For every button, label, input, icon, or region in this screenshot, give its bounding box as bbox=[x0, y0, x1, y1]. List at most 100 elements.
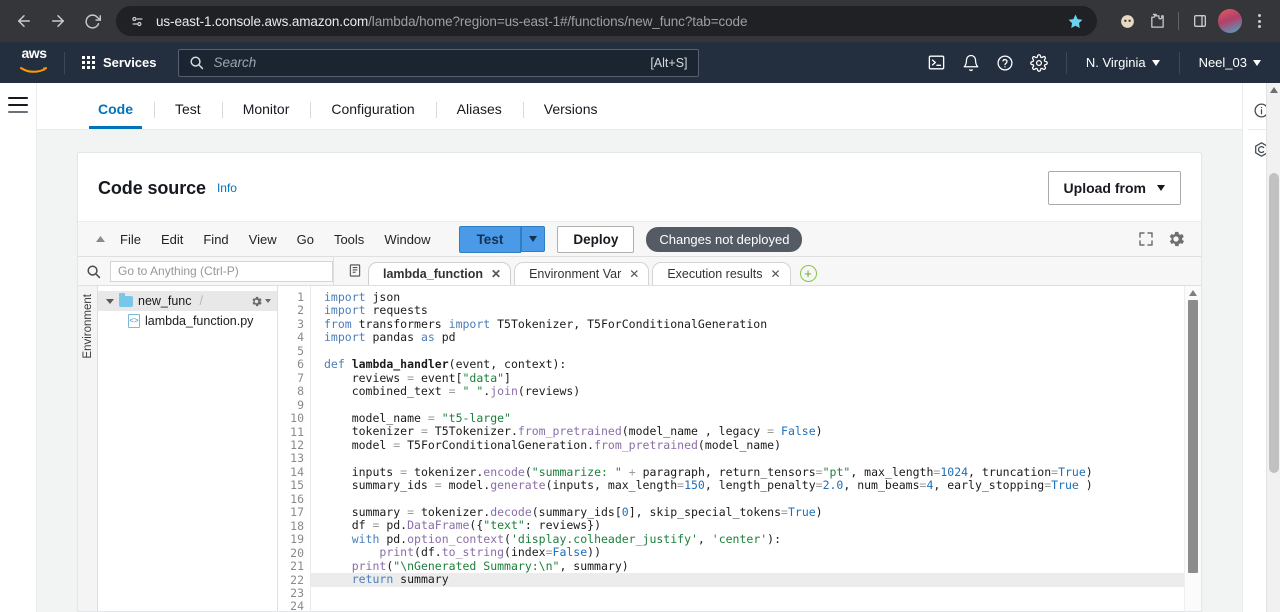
code-line[interactable]: def lambda_handler(event, context): bbox=[324, 357, 1201, 371]
editor-vertical-scrollbar[interactable] bbox=[1184, 286, 1201, 611]
search-icon[interactable] bbox=[86, 264, 101, 279]
tree-file-lambda-function-py[interactable]: <> lambda_function.py bbox=[98, 311, 277, 331]
search-input[interactable] bbox=[213, 55, 651, 70]
page-scrollbar-thumb[interactable] bbox=[1269, 173, 1279, 473]
content-scroll-area: Code source Info Upload from File Edit F… bbox=[37, 130, 1242, 612]
code-line[interactable]: reviews = event["data"] bbox=[324, 371, 1201, 385]
collapse-menu-icon[interactable] bbox=[90, 235, 110, 243]
code-line[interactable]: from transformers import T5Tokenizer, T5… bbox=[324, 317, 1201, 331]
line-number: 24 bbox=[290, 599, 304, 611]
forward-icon[interactable] bbox=[42, 5, 74, 37]
menu-tools[interactable]: Tools bbox=[324, 228, 374, 251]
fullscreen-icon[interactable] bbox=[1131, 224, 1161, 254]
tab-list-icon[interactable] bbox=[342, 257, 368, 285]
services-menu-button[interactable]: Services bbox=[75, 50, 164, 75]
menu-find[interactable]: Find bbox=[193, 228, 238, 251]
code-line[interactable]: summary = tokenizer.decode(summary_ids[0… bbox=[324, 505, 1201, 519]
deploy-button[interactable]: Deploy bbox=[557, 225, 635, 253]
tree-gear-icon[interactable] bbox=[250, 295, 271, 308]
code-line[interactable]: with pd.option_context('display.colheade… bbox=[324, 532, 1201, 546]
editor-tab-lambda-function[interactable]: lambda_function ✕ bbox=[368, 262, 512, 285]
chevron-down-icon[interactable] bbox=[106, 298, 114, 304]
profile-extension-icon[interactable] bbox=[1113, 7, 1141, 35]
tab-configuration[interactable]: Configuration bbox=[310, 101, 435, 129]
bookmark-star-icon[interactable] bbox=[1063, 9, 1087, 33]
address-bar[interactable]: us-east-1.console.aws.amazon.com/lambda/… bbox=[116, 6, 1097, 36]
code-line[interactable]: return summary bbox=[311, 572, 1201, 587]
profile-avatar[interactable] bbox=[1216, 7, 1244, 35]
line-number: 3 bbox=[297, 316, 304, 331]
settings-gear-icon[interactable] bbox=[1022, 48, 1056, 78]
menu-edit[interactable]: Edit bbox=[151, 228, 193, 251]
site-settings-icon[interactable] bbox=[128, 12, 146, 30]
page-scrollbar[interactable] bbox=[1266, 83, 1280, 612]
code-line[interactable]: import requests bbox=[324, 303, 1201, 317]
code-line[interactable]: model = T5ForConditionalGeneration.from_… bbox=[324, 438, 1201, 452]
cloudshell-icon[interactable] bbox=[920, 48, 954, 78]
reload-icon[interactable] bbox=[76, 5, 108, 37]
line-number: 23 bbox=[290, 585, 304, 600]
close-icon[interactable]: ✕ bbox=[771, 267, 781, 281]
notifications-bell-icon[interactable] bbox=[954, 48, 988, 78]
tab-test[interactable]: Test bbox=[154, 101, 222, 129]
code-line[interactable] bbox=[324, 587, 1201, 600]
close-icon[interactable]: ✕ bbox=[491, 267, 501, 281]
code-line[interactable]: import pandas as pd bbox=[324, 330, 1201, 344]
aws-smile-icon bbox=[20, 60, 48, 78]
code-line[interactable]: print("\nGenerated Summary:\n", summary) bbox=[324, 559, 1201, 573]
tab-code[interactable]: Code bbox=[77, 101, 154, 129]
url-text: us-east-1.console.aws.amazon.com/lambda/… bbox=[156, 14, 1057, 29]
code-editor[interactable]: 1 2 3 4 5 6 7 8 9 10 11 12 13 14 15 16 17 18 19 20 21 22 23 24 … bbox=[278, 286, 1201, 611]
line-number: 15 bbox=[290, 478, 304, 493]
tab-versions[interactable]: Versions bbox=[522, 101, 619, 129]
code-line[interactable]: print(df.to_string(index=False)) bbox=[324, 545, 1201, 559]
code-line[interactable] bbox=[324, 399, 1201, 412]
ide-settings-gear-icon[interactable] bbox=[1161, 224, 1191, 254]
menu-window[interactable]: Window bbox=[374, 228, 440, 251]
code-line[interactable]: summary_ids = model.generate(inputs, max… bbox=[324, 478, 1201, 492]
page-scroll-up-icon[interactable] bbox=[1267, 83, 1280, 97]
account-menu[interactable]: Neel_03 bbox=[1190, 49, 1270, 76]
browser-menu-icon[interactable] bbox=[1246, 7, 1272, 35]
menu-go[interactable]: Go bbox=[287, 228, 324, 251]
upload-from-button[interactable]: Upload from bbox=[1047, 171, 1181, 205]
test-dropdown-button[interactable] bbox=[521, 226, 546, 252]
info-link[interactable]: Info bbox=[217, 181, 237, 195]
region-selector[interactable]: N. Virginia bbox=[1077, 49, 1169, 76]
back-icon[interactable] bbox=[8, 5, 40, 37]
menu-view[interactable]: View bbox=[239, 228, 287, 251]
scroll-up-icon[interactable] bbox=[1185, 286, 1201, 299]
aws-logo[interactable]: aws bbox=[14, 46, 54, 78]
help-icon[interactable] bbox=[988, 48, 1022, 78]
code-text[interactable]: import json import requests from transform… bbox=[311, 286, 1201, 611]
editor-tab-environment-var[interactable]: Environment Var ✕ bbox=[514, 262, 650, 285]
side-panel-icon[interactable] bbox=[1186, 7, 1214, 35]
tree-folder-suffix: / bbox=[199, 294, 203, 308]
code-line[interactable] bbox=[324, 600, 1201, 611]
add-tab-icon[interactable]: + bbox=[799, 265, 817, 282]
code-line[interactable] bbox=[324, 452, 1201, 465]
close-icon[interactable]: ✕ bbox=[629, 267, 639, 281]
tree-folder-new-func[interactable]: new_func / bbox=[98, 291, 277, 311]
editor-tab-execution-results[interactable]: Execution results ✕ bbox=[652, 262, 791, 285]
hamburger-menu-icon[interactable] bbox=[8, 97, 28, 113]
global-search[interactable]: [Alt+S] bbox=[177, 48, 699, 77]
code-line[interactable]: import json bbox=[324, 290, 1201, 304]
editor-tab-label: Execution results bbox=[667, 267, 763, 281]
code-line[interactable] bbox=[324, 345, 1201, 358]
tab-aliases[interactable]: Aliases bbox=[435, 101, 523, 129]
tab-monitor[interactable]: Monitor bbox=[221, 101, 311, 129]
environment-side-strip[interactable]: Environment bbox=[78, 286, 98, 611]
scrollbar-thumb[interactable] bbox=[1188, 300, 1198, 573]
chevron-down-icon bbox=[1157, 185, 1165, 191]
code-line[interactable]: inputs = tokenizer.encode("summarize: " … bbox=[324, 465, 1201, 479]
code-line[interactable]: df = pd.DataFrame({"text": reviews}) bbox=[324, 518, 1201, 532]
code-line[interactable]: tokenizer = T5Tokenizer.from_pretrained(… bbox=[324, 424, 1201, 438]
go-to-anything-input[interactable] bbox=[110, 260, 333, 282]
code-line[interactable]: model_name = "t5-large" bbox=[324, 411, 1201, 425]
test-button[interactable]: Test bbox=[458, 225, 522, 253]
extensions-puzzle-icon[interactable] bbox=[1143, 7, 1171, 35]
menu-file[interactable]: File bbox=[110, 228, 151, 251]
code-line[interactable] bbox=[324, 493, 1201, 506]
code-line[interactable]: combined_text = " ".join(reviews) bbox=[324, 384, 1201, 398]
